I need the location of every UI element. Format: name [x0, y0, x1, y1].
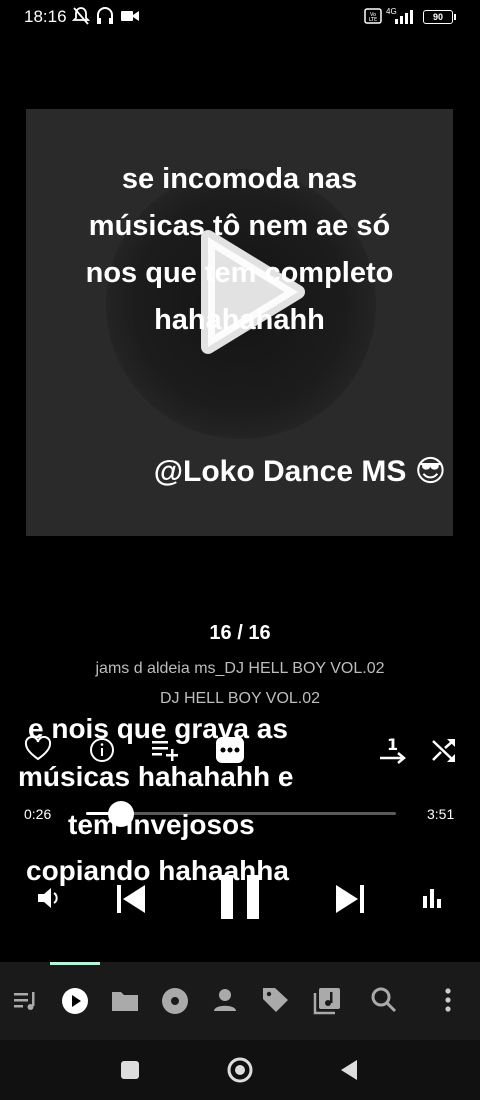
svg-text:LTE: LTE: [369, 17, 377, 23]
track-title: jams d aldeia ms_DJ HELL BOY VOL.02: [95, 660, 385, 677]
overlay-caption-line: músicas hahahahh e: [18, 761, 294, 792]
volume-icon[interactable]: [36, 886, 62, 910]
album-icon[interactable]: [160, 986, 190, 1016]
folder-icon[interactable]: [110, 988, 140, 1014]
artwork-caption-line: hahahahahh: [154, 304, 325, 336]
video-camera-icon: [121, 11, 139, 21]
headphones-icon: [97, 7, 113, 24]
album-artwork[interactable]: se incomoda nas músicas tô nem ae só nos…: [26, 109, 453, 536]
overlay-caption-line: e nois que grava as: [28, 713, 288, 744]
repeat-one-badge: 1: [387, 735, 398, 754]
battery-level: 90: [432, 12, 443, 22]
artwork-handle: @Loko Dance MS 😎: [153, 455, 446, 488]
system-navigation-bar: [0, 1040, 480, 1100]
bottom-navigation: [0, 962, 480, 1040]
repeat-one-icon[interactable]: 1: [378, 734, 408, 764]
artwork-caption-line: músicas tô nem ae só: [88, 210, 391, 242]
now-playing-icon[interactable]: [60, 986, 90, 1016]
artwork-caption-line: se incomoda nas: [121, 163, 358, 195]
status-bar: 18:16 Vo LTE 4G 90: [0, 0, 480, 36]
home-icon[interactable]: [226, 1056, 254, 1084]
overlay-caption-line: copiando hahaahha: [26, 855, 289, 886]
active-tab-indicator: [50, 962, 100, 965]
elapsed-time: 0:26: [24, 806, 52, 822]
status-time: 18:16: [24, 7, 67, 26]
overflow-menu-icon[interactable]: [438, 986, 458, 1014]
tag-icon[interactable]: [260, 984, 290, 1014]
album-name: DJ HELL BOY VOL.02: [159, 690, 321, 707]
overlay-caption-line: tem invejosos: [68, 809, 255, 840]
queue-position: 16 / 16: [209, 622, 271, 644]
equalizer-icon[interactable]: [420, 886, 444, 910]
search-icon[interactable]: [370, 986, 398, 1014]
artist-icon[interactable]: [211, 986, 239, 1014]
next-icon[interactable]: [333, 882, 367, 916]
battery-icon: 90: [423, 10, 456, 24]
back-icon[interactable]: [338, 1058, 360, 1082]
total-duration: 3:51: [427, 806, 455, 822]
queue-icon[interactable]: [12, 988, 38, 1014]
artwork-caption-line: nos que tem completo: [85, 257, 394, 289]
bell-off-icon: [72, 7, 90, 25]
volte-icon: Vo LTE: [364, 8, 382, 24]
playlist-icon[interactable]: [312, 986, 342, 1016]
shuffle-icon[interactable]: [430, 736, 458, 764]
signal-icon: [395, 10, 413, 24]
recents-icon[interactable]: [119, 1059, 141, 1081]
